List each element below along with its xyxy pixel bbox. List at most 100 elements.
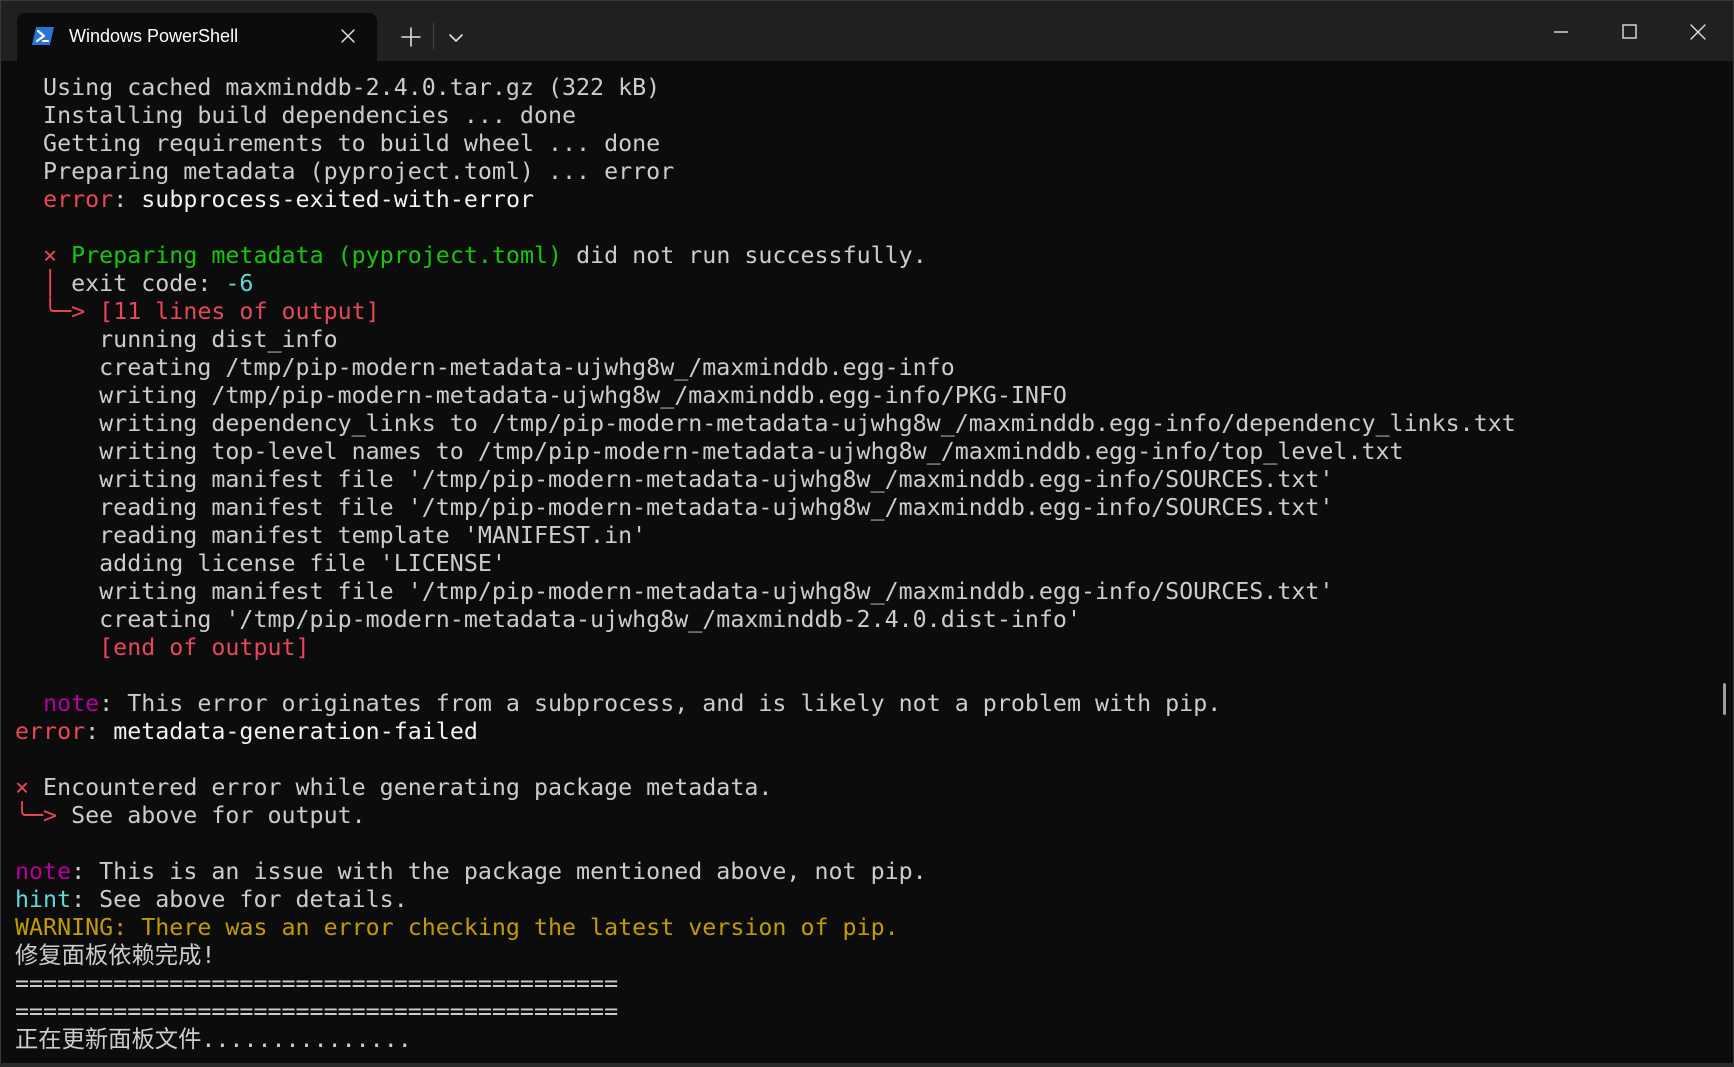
terminal-line: hint: See above for details. [15,886,1705,914]
terminal-line: reading manifest file '/tmp/pip-modern-m… [15,494,1705,522]
terminal-text-segment: metadata-generation-failed [113,718,478,745]
terminal-text-segment: reading manifest template 'MANIFEST.in' [15,522,647,549]
terminal-line: 正在更新面板文件............... [15,1026,1705,1054]
plus-icon [401,27,421,47]
terminal-text-segment: 正在更新面板文件............... [15,1026,412,1053]
terminal-line: Installing build dependencies ... done [15,102,1705,130]
minimize-icon [1554,31,1568,33]
terminal-text-segment: ╰─> [15,802,58,829]
terminal-text-segment: [11 lines of output] [99,298,380,325]
terminal-line: writing top-level names to /tmp/pip-mode… [15,438,1705,466]
terminal-text-segment: subprocess-exited-with-error [141,186,534,213]
terminal-text-segment: ========================================… [15,998,619,1025]
terminal-text-segment: reading manifest file '/tmp/pip-modern-m… [15,494,1334,521]
terminal-text-segment: 修复面板依赖完成! [15,942,216,969]
terminal-text-segment: : [85,718,114,745]
terminal-line: reading manifest template 'MANIFEST.in' [15,522,1705,550]
terminal-line: ╰─> See above for output. [15,802,1705,830]
terminal-line: note: This is an issue with the package … [15,858,1705,886]
terminal-text-segment: creating '/tmp/pip-modern-metadata-ujwhg… [15,606,1081,633]
close-icon [1690,24,1706,40]
maximize-button[interactable] [1595,1,1663,61]
terminal-line: running dist_info [15,326,1705,354]
terminal-text-segment: × [15,774,30,801]
minimize-button[interactable] [1527,1,1595,61]
terminal-line: writing /tmp/pip-modern-metadata-ujwhg8w… [15,382,1705,410]
terminal-text-segment: error [43,186,114,213]
title-bar[interactable]: Windows PowerShell [1,1,1733,61]
terminal-line: 修复面板依赖完成! [15,942,1705,970]
maximize-icon [1622,24,1637,39]
terminal-line: │ exit code: -6 [15,270,1705,298]
terminal-text-segment: writing manifest file '/tmp/pip-modern-m… [15,578,1334,605]
terminal-text-segment: : [113,186,142,213]
terminal-text-segment: │ [43,270,58,297]
powershell-window: Windows PowerShell Using cached maxmindd… [0,0,1734,1067]
terminal-text-segment: adding license file 'LICENSE' [15,550,506,577]
terminal-text-segment: [end of output] [99,634,310,661]
terminal-text-segment: : This error originates from a subproces… [99,690,1222,717]
terminal-text-segment: : This is an issue with the package ment… [71,858,927,885]
chevron-down-icon [449,34,463,42]
close-icon [341,29,355,43]
terminal-line: creating '/tmp/pip-modern-metadata-ujwhg… [15,606,1705,634]
terminal-line: ========================================… [15,998,1705,1026]
terminal-line: × Preparing metadata (pyproject.toml) di… [15,242,1705,270]
terminal-text-segment: ========================================… [15,970,619,997]
terminal-text-segment: Installing build dependencies ... done [15,102,577,129]
terminal-line: ╰─> [11 lines of output] [15,298,1705,326]
terminal-line: writing manifest file '/tmp/pip-modern-m… [15,466,1705,494]
terminal-text-segment: × [43,242,58,269]
terminal-text-segment: hint [15,886,72,913]
terminal-text-segment: : See above for details. [71,886,408,913]
terminal-text-segment: did not run successfully. [562,242,927,269]
terminal-text-segment: writing /tmp/pip-modern-metadata-ujwhg8w… [15,382,1067,409]
terminal-text-segment: writing top-level names to /tmp/pip-mode… [15,438,1404,465]
terminal-text-segment: creating /tmp/pip-modern-metadata-ujwhg8… [15,354,955,381]
terminal-text-segment: running dist_info [15,326,338,353]
terminal-line: Using cached maxminddb-2.4.0.tar.gz (322… [15,74,1705,102]
terminal-line: writing manifest file '/tmp/pip-modern-m… [15,578,1705,606]
terminal-text-segment: ╰─> [43,298,86,325]
terminal-text-segment: note [43,690,100,717]
scrollbar-thumb[interactable] [1723,683,1726,715]
new-tab-button[interactable] [391,17,431,57]
terminal-line: creating /tmp/pip-modern-metadata-ujwhg8… [15,354,1705,382]
tab-title: Windows PowerShell [69,26,239,46]
terminal-line: × Encountered error while generating pac… [15,774,1705,802]
powershell-icon [32,27,54,45]
terminal-line: error: metadata-generation-failed [15,718,1705,746]
terminal-line: [end of output] [15,634,1705,662]
terminal-line: WARNING: There was an error checking the… [15,914,1705,942]
terminal-text-segment: -6 [225,270,254,297]
terminal-text-segment: writing dependency_links to /tmp/pip-mod… [15,410,1516,437]
terminal-line: writing dependency_links to /tmp/pip-mod… [15,410,1705,438]
terminal-line: ========================================… [15,970,1705,998]
terminal-line: adding license file 'LICENSE' [15,550,1705,578]
terminal-line: Getting requirements to build wheel ... … [15,130,1705,158]
profile-dropdown-button[interactable] [436,17,476,57]
terminal-line: Preparing metadata (pyproject.toml) ... … [15,158,1705,186]
close-window-button[interactable] [1665,1,1733,61]
terminal-output[interactable]: Using cached maxminddb-2.4.0.tar.gz (322… [15,74,1705,1066]
terminal-text-segment: error [15,718,86,745]
terminal-text-segment: note [15,858,72,885]
terminal-text-segment: Encountered error while generating packa… [29,774,773,801]
tab-close-button[interactable] [335,23,361,49]
terminal-line: note: This error originates from a subpr… [15,690,1705,718]
terminal-text-segment: Preparing metadata (pyproject.toml) [71,242,563,269]
terminal-text-segment: Using cached maxminddb-2.4.0.tar.gz (322… [15,74,661,101]
tab-windows-powershell[interactable]: Windows PowerShell [17,13,377,61]
